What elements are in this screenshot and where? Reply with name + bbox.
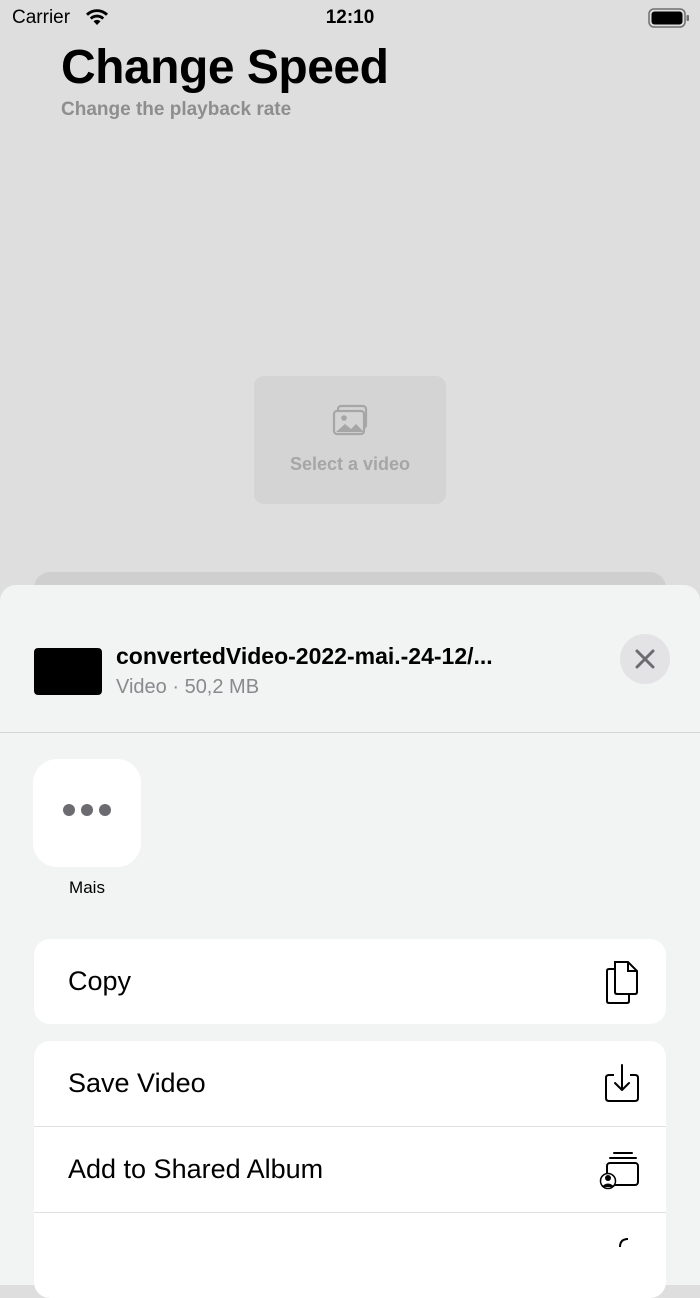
video-thumbnail <box>34 648 102 695</box>
close-button[interactable] <box>620 634 670 684</box>
share-sheet: convertedVideo-2022-mai.-24-12/... Video… <box>0 585 700 1298</box>
more-action-icon <box>602 1233 642 1282</box>
save-icon <box>602 1061 642 1110</box>
save-video-action[interactable]: Save Video <box>34 1041 666 1126</box>
copy-action-label: Copy <box>68 966 132 996</box>
status-bar: Carrier 12:10 <box>0 0 700 36</box>
battery-icon <box>648 8 690 33</box>
more-action[interactable] <box>34 1212 666 1298</box>
more-apps-button[interactable] <box>33 759 141 867</box>
add-to-shared-album-label: Add to Shared Album <box>68 1154 324 1184</box>
select-video-label: Select a video <box>289 454 411 474</box>
more-icon <box>33 803 141 821</box>
action-group-primary: Copy <box>34 939 666 1024</box>
action-group-secondary: Save Video Add to Shared Album <box>34 1041 666 1298</box>
divider <box>0 732 700 733</box>
clock: 12:10 <box>325 7 375 28</box>
file-name: convertedVideo-2022-mai.-24-12/... <box>116 643 493 669</box>
save-video-label: Save Video <box>68 1068 206 1098</box>
copy-action[interactable]: Copy <box>34 939 666 1024</box>
close-icon <box>635 649 655 669</box>
page-subtitle: Change the playback rate <box>61 99 292 120</box>
file-meta: Video · 50,2 MB <box>116 676 260 698</box>
more-apps-label: Mais <box>69 878 105 897</box>
copy-icon <box>602 959 642 1010</box>
photo-library-icon <box>332 404 370 441</box>
page-title: Change Speed <box>61 41 389 94</box>
select-video-button[interactable]: Select a video <box>254 376 446 504</box>
add-to-shared-album-action[interactable]: Add to Shared Album <box>34 1126 666 1212</box>
shared-album-icon <box>598 1147 642 1196</box>
